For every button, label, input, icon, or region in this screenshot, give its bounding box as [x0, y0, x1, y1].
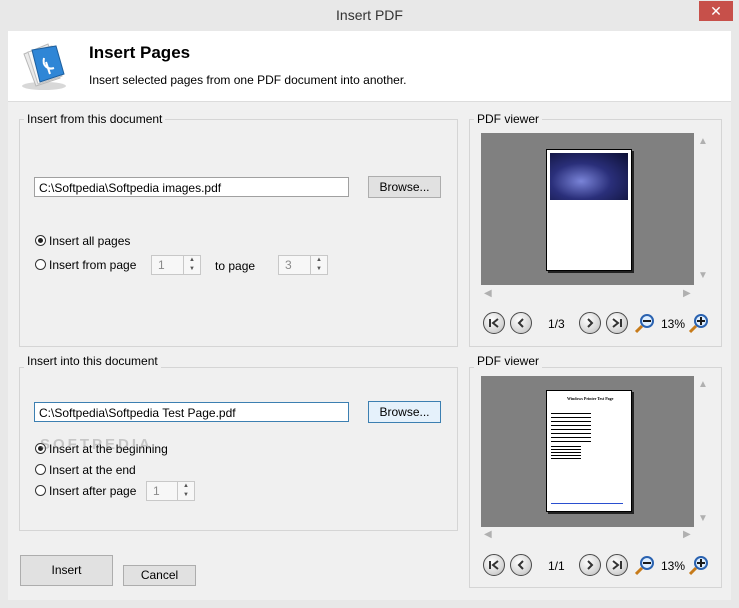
viewer2-scroll-left-icon[interactable]: ◀ [484, 529, 492, 540]
to-page-spin-arrows[interactable]: ▲ ▼ [310, 256, 327, 274]
close-button[interactable]: ✕ [699, 1, 733, 21]
viewer2-zoom-level: 13% [661, 559, 686, 573]
target-browse-button[interactable]: Browse... [368, 401, 441, 423]
header-title: Insert Pages [89, 43, 191, 62]
softpedia-watermark: SOFTPEDIA [40, 436, 153, 453]
after-page-stepper[interactable]: 1 ▲ ▼ [146, 481, 195, 501]
title-bar: Insert PDF [0, 0, 739, 32]
viewer1-zoom-level: 13% [661, 317, 686, 331]
last-page-icon [612, 318, 622, 328]
viewer2-prev-page-button[interactable] [510, 554, 532, 576]
viewer2-scroll-right-icon[interactable]: ▶ [683, 529, 691, 540]
first-page-icon [489, 560, 499, 570]
window-frame-left [0, 31, 8, 608]
viewer1-zoom-out-icon[interactable] [634, 312, 656, 334]
to-page-stepper[interactable]: 3 ▲ ▼ [278, 255, 328, 275]
pdf-pages-icon [18, 40, 70, 92]
source-browse-button[interactable]: Browse... [368, 176, 441, 198]
source-group [19, 119, 458, 347]
viewer2-next-page-button[interactable] [579, 554, 601, 576]
from-page-spin-arrows[interactable]: ▲ ▼ [183, 256, 200, 274]
viewer2-first-page-button[interactable] [483, 554, 505, 576]
target-path-field[interactable]: C:\Softpedia\Softpedia Test Page.pdf [34, 402, 349, 422]
insert-after-label: Insert after page [49, 484, 137, 498]
prev-page-icon [517, 318, 524, 328]
insert-from-page-label: Insert from page [49, 258, 137, 272]
insert-end-label: Insert at the end [49, 463, 136, 477]
viewer1-legend: PDF viewer [474, 112, 543, 126]
next-page-icon [587, 318, 594, 328]
insert-end-radio[interactable] [35, 464, 46, 475]
from-page-value: 1 [158, 258, 165, 272]
to-page-label: to page [215, 259, 256, 273]
viewer2-scroll-up-icon[interactable]: ▲ [698, 379, 708, 390]
window-frame-bottom [0, 600, 739, 608]
viewer1-scroll-left-icon[interactable]: ◀ [484, 288, 492, 299]
viewer1-prev-page-button[interactable] [510, 312, 532, 334]
window-frame-right [731, 31, 739, 608]
after-page-spin-arrows[interactable]: ▲ ▼ [177, 482, 194, 500]
viewer2-zoom-in-icon[interactable] [688, 554, 710, 576]
viewer1-next-page-button[interactable] [579, 312, 601, 334]
viewer1-scroll-down-icon[interactable]: ▼ [698, 270, 708, 281]
window-title: Insert PDF [336, 7, 403, 23]
from-page-stepper[interactable]: 1 ▲ ▼ [151, 255, 201, 275]
header-subtitle: Insert selected pages from one PDF docum… [89, 73, 407, 87]
wizard-header [8, 31, 731, 102]
viewer1-scroll-up-icon[interactable]: ▲ [698, 136, 708, 147]
viewer2-scroll-down-icon[interactable]: ▼ [698, 513, 708, 524]
after-page-value: 1 [153, 484, 160, 498]
insert-from-page-radio[interactable] [35, 259, 46, 270]
target-group-legend: Insert into this document [24, 354, 161, 368]
viewer2-legend: PDF viewer [474, 354, 543, 368]
viewer1-page-thumbnail [546, 149, 632, 271]
insert-all-pages-label: Insert all pages [49, 234, 131, 248]
viewer1-scroll-right-icon[interactable]: ▶ [683, 288, 691, 299]
viewer2-last-page-button[interactable] [606, 554, 628, 576]
to-page-value: 3 [285, 258, 292, 272]
viewer2-page-thumbnail: Windows Printer Test Page [546, 390, 632, 512]
prev-page-icon [517, 560, 524, 570]
viewer1-last-page-button[interactable] [606, 312, 628, 334]
viewer2-zoom-out-icon[interactable] [634, 554, 656, 576]
last-page-icon [612, 560, 622, 570]
source-path-field[interactable]: C:\Softpedia\Softpedia images.pdf [34, 177, 349, 197]
insert-all-pages-radio[interactable] [35, 235, 46, 246]
viewer1-page-info: 1/3 [548, 317, 565, 331]
source-group-legend: Insert from this document [24, 112, 166, 126]
insert-button[interactable]: Insert [20, 555, 113, 586]
insert-after-radio[interactable] [35, 485, 46, 496]
viewer2-page-info: 1/1 [548, 559, 565, 573]
first-page-icon [489, 318, 499, 328]
next-page-icon [587, 560, 594, 570]
viewer1-zoom-in-icon[interactable] [688, 312, 710, 334]
viewer1-first-page-button[interactable] [483, 312, 505, 334]
test-page-heading: Windows Printer Test Page [567, 396, 614, 401]
cancel-button[interactable]: Cancel [123, 565, 196, 586]
